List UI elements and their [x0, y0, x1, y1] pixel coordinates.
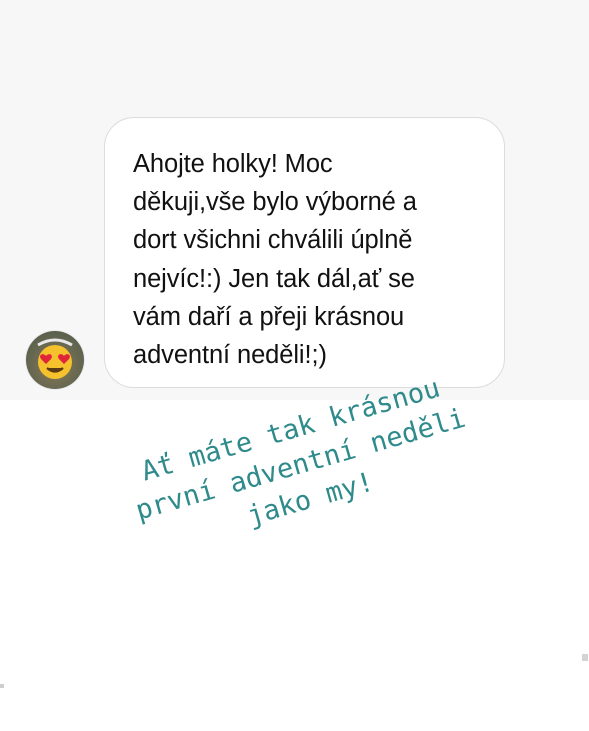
edge-artifact — [582, 654, 588, 661]
message-bubble[interactable]: Ahojte holky! Moc děkuji,vše bylo výborn… — [104, 117, 505, 388]
message-row: Ahojte holky! Moc děkuji,vše bylo výborn… — [0, 0, 589, 400]
sender-avatar[interactable] — [26, 331, 84, 389]
message-text: Ahojte holky! Moc děkuji,vše bylo výborn… — [133, 150, 417, 370]
edge-artifact — [0, 684, 4, 688]
heart-eyes-emoji-icon — [37, 338, 73, 379]
